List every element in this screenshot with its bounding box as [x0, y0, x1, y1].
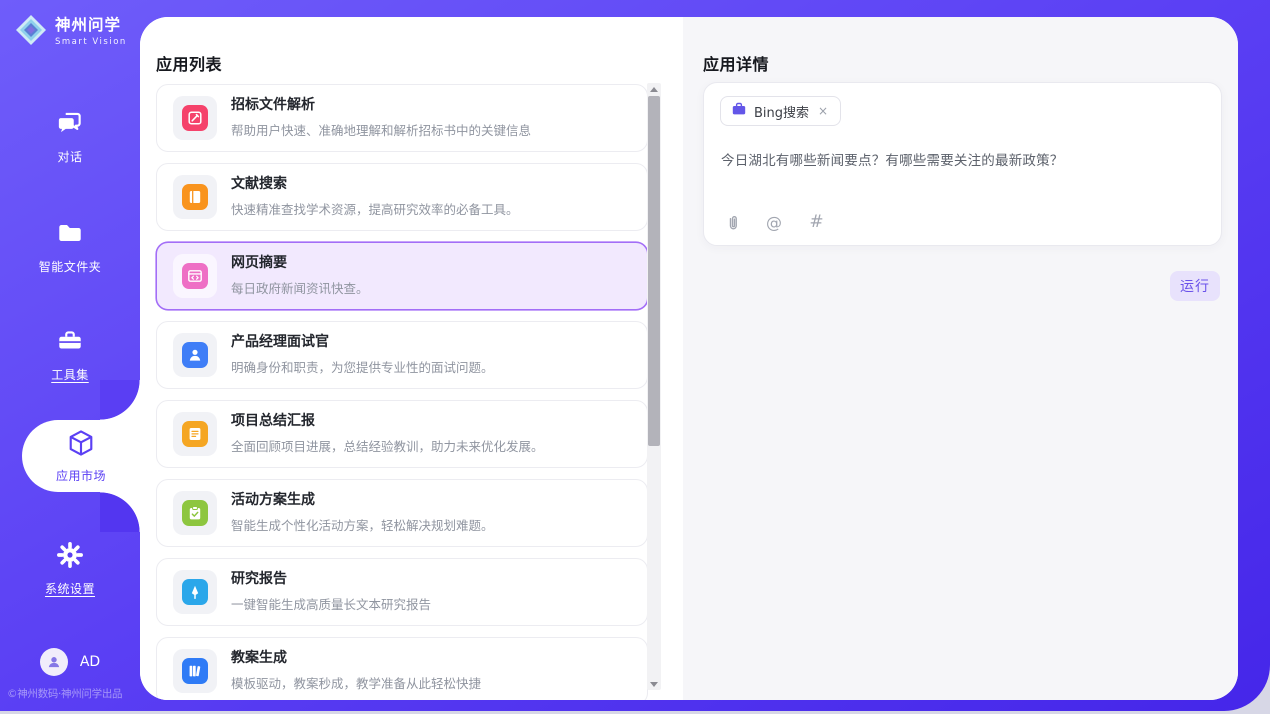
app-card-title: 教案生成: [231, 650, 481, 667]
sidebar-item-0[interactable]: 对话: [0, 108, 140, 165]
app-card-desc: 全面回顾项目进展，总结经验教训，助力未来优化发展。: [231, 436, 544, 455]
plan-icon: [182, 500, 208, 526]
sidebar-item-2[interactable]: 工具集: [0, 326, 140, 383]
sidebar-item-4[interactable]: 系统设置: [0, 540, 140, 597]
app-icon-tile: [173, 570, 217, 614]
app-card-title: 活动方案生成: [231, 492, 494, 509]
app-card-desc: 帮助用户快速、准确地理解和解析招标书中的关键信息: [231, 120, 531, 139]
app-list: 招标文件解析帮助用户快速、准确地理解和解析招标书中的关键信息文献搜索快速精准查找…: [156, 84, 648, 700]
report-icon: [182, 421, 208, 447]
tool-chip-label: Bing搜索: [754, 102, 809, 121]
interviewer-icon: [182, 342, 208, 368]
folder-icon: [55, 218, 85, 252]
toolbox-icon: [55, 326, 85, 360]
app-card-desc: 智能生成个性化活动方案，轻松解决规划难题。: [231, 515, 494, 534]
research-icon: [182, 579, 208, 605]
run-button[interactable]: 运行: [1170, 271, 1220, 301]
briefcase-icon: [731, 101, 747, 121]
app-list-scrollbar[interactable]: [647, 83, 661, 690]
sidebar-item-label: 工具集: [51, 366, 89, 383]
user-row[interactable]: AD: [0, 648, 140, 676]
scrollbar-thumb[interactable]: [648, 96, 660, 446]
attachment-icon[interactable]: [721, 211, 743, 233]
app-card-title: 项目总结汇报: [231, 413, 544, 430]
app-icon-tile: [173, 649, 217, 693]
app-icon-tile: [173, 333, 217, 377]
user-initials: AD: [80, 654, 100, 670]
query-text[interactable]: 今日湖北有哪些新闻要点？有哪些需要关注的最新政策？: [721, 149, 1064, 169]
active-tab-curve-top: [100, 380, 140, 420]
app-card-desc: 快速精准查找学术资源，提高研究效率的必备工具。: [231, 199, 519, 218]
brand-subtitle: Smart Vision: [55, 37, 127, 47]
sidebar-item-label: 对话: [57, 148, 82, 165]
app-card-title: 研究报告: [231, 571, 431, 588]
brand-name: 神州问学: [55, 17, 127, 34]
app-card-2[interactable]: 网页摘要每日政府新闻资讯快查。: [156, 242, 648, 310]
scroll-down-arrow-icon[interactable]: [647, 678, 661, 690]
query-composer[interactable]: Bing搜索 × 今日湖北有哪些新闻要点？有哪些需要关注的最新政策？ @ #: [703, 82, 1222, 246]
avatar[interactable]: [40, 648, 68, 676]
book-icon: [182, 184, 208, 210]
app-card-1[interactable]: 文献搜索快速精准查找学术资源，提高研究效率的必备工具。: [156, 163, 648, 231]
topic-icon[interactable]: #: [805, 211, 827, 233]
lesson-icon: [182, 658, 208, 684]
sidebar-item-label: 系统设置: [45, 580, 95, 597]
cube-icon: [66, 428, 96, 462]
sidebar: 神州问学 Smart Vision 对话智能文件夹工具集应用市场系统设置 AD …: [0, 0, 140, 711]
app-detail-title: 应用详情: [703, 51, 769, 75]
app-card-title: 招标文件解析: [231, 97, 531, 114]
app-card-title: 网页摘要: [231, 255, 369, 272]
chat-icon: [55, 108, 85, 142]
main-content: 应用列表 招标文件解析帮助用户快速、准确地理解和解析招标书中的关键信息文献搜索快…: [140, 17, 1238, 700]
app-icon-tile: [173, 254, 217, 298]
app-card-4[interactable]: 项目总结汇报全面回顾项目进展，总结经验教训，助力未来优化发展。: [156, 400, 648, 468]
sidebar-item-1[interactable]: 智能文件夹: [0, 218, 140, 275]
app-icon-tile: [173, 491, 217, 535]
app-list-title: 应用列表: [156, 51, 222, 75]
app-card-title: 文献搜索: [231, 176, 519, 193]
mention-icon[interactable]: @: [763, 211, 785, 233]
person-icon: [45, 653, 63, 671]
app-card-desc: 每日政府新闻资讯快查。: [231, 278, 369, 297]
app-detail-panel: 应用详情 Bing搜索 × 今日湖北有哪些新闻要点？有哪些需要关注的最新政策？ …: [683, 17, 1238, 700]
app-icon-tile: [173, 96, 217, 140]
edit-doc-icon: [182, 105, 208, 131]
sidebar-item-label: 应用市场: [56, 467, 106, 484]
sidebar-item-3[interactable]: 应用市场: [22, 420, 140, 492]
app-card-5[interactable]: 活动方案生成智能生成个性化活动方案，轻松解决规划难题。: [156, 479, 648, 547]
app-icon-tile: [173, 412, 217, 456]
app-card-desc: 明确身份和职责，为您提供专业性的面试问题。: [231, 357, 494, 376]
chip-close-icon[interactable]: ×: [816, 103, 830, 119]
gear-icon: [55, 540, 85, 574]
composer-toolbar: @ #: [721, 211, 827, 233]
app-card-desc: 模板驱动，教案秒成，教学准备从此轻松快捷: [231, 673, 481, 692]
active-tab-curve-bottom: [100, 492, 140, 532]
app-card-6[interactable]: 研究报告一键智能生成高质量长文本研究报告: [156, 558, 648, 626]
app-card-3[interactable]: 产品经理面试官明确身份和职责，为您提供专业性的面试问题。: [156, 321, 648, 389]
scroll-up-arrow-icon[interactable]: [647, 83, 661, 95]
copyright-footer: ©神州数码·神州问学出品: [7, 686, 137, 701]
app-card-desc: 一键智能生成高质量长文本研究报告: [231, 594, 431, 613]
app-icon-tile: [173, 175, 217, 219]
app-card-7[interactable]: 教案生成模板驱动，教案秒成，教学准备从此轻松快捷: [156, 637, 648, 700]
app-card-title: 产品经理面试官: [231, 334, 494, 351]
webpage-icon: [182, 263, 208, 289]
sidebar-item-label: 智能文件夹: [39, 258, 102, 275]
tool-chip-bing-search[interactable]: Bing搜索 ×: [720, 96, 841, 126]
app-card-0[interactable]: 招标文件解析帮助用户快速、准确地理解和解析招标书中的关键信息: [156, 84, 648, 152]
brand-diamond-icon: [14, 13, 48, 51]
app-list-panel: 应用列表 招标文件解析帮助用户快速、准确地理解和解析招标书中的关键信息文献搜索快…: [140, 17, 683, 700]
brand-logo: 神州问学 Smart Vision: [14, 13, 127, 51]
